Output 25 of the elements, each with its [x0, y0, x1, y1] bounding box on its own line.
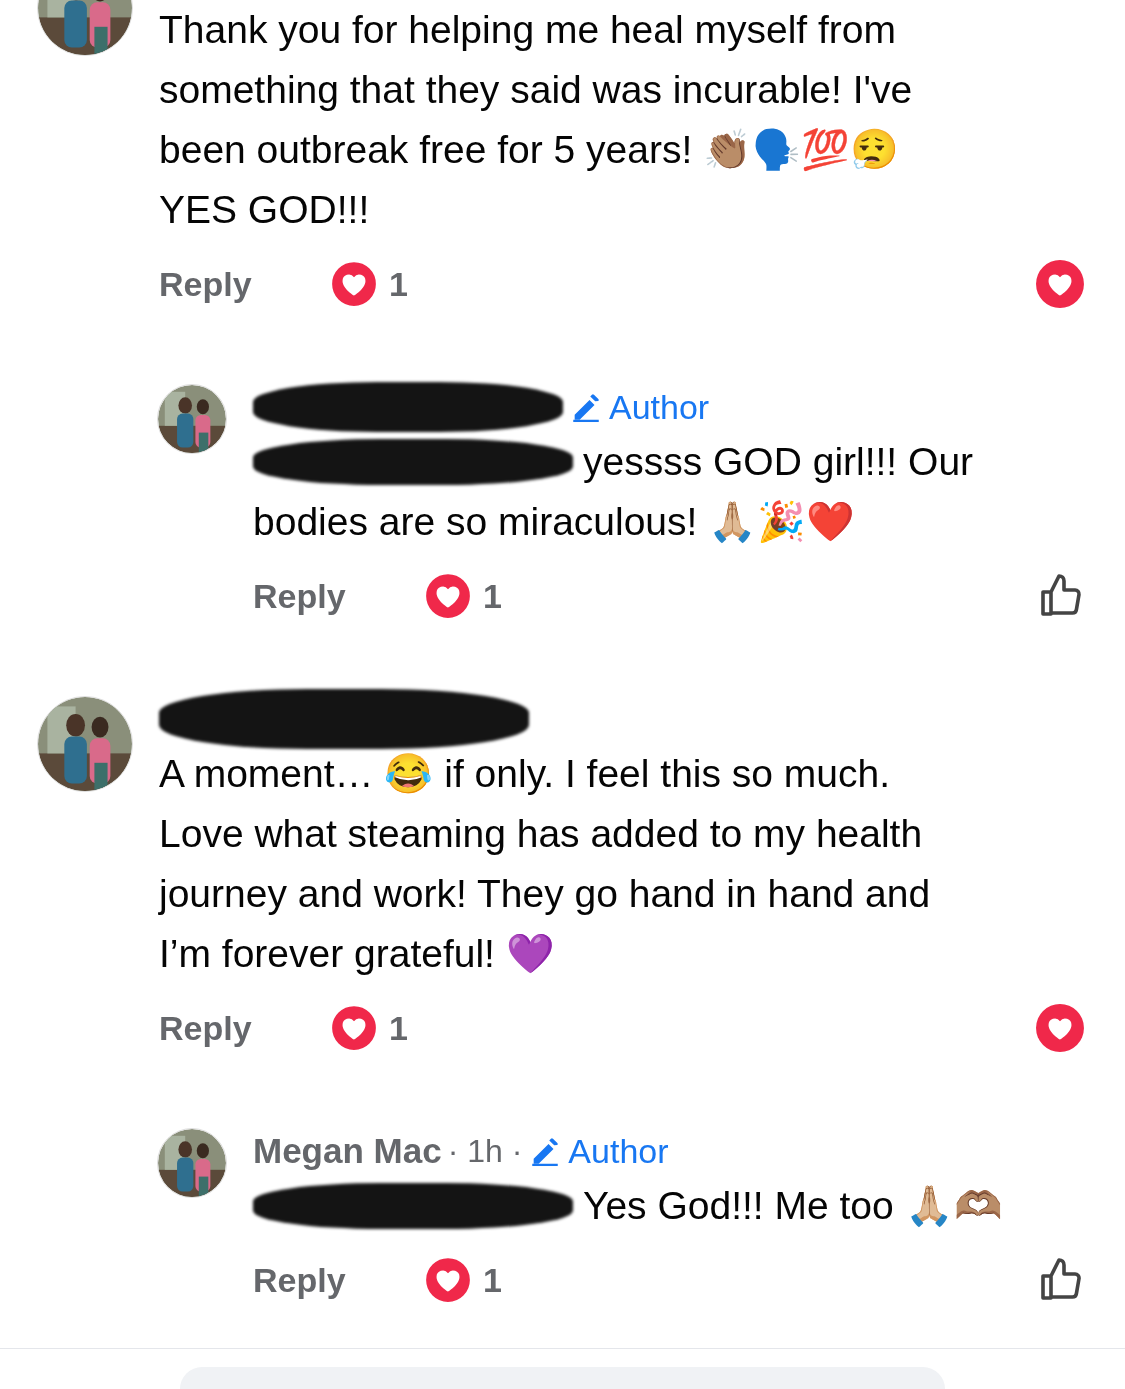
like-button[interactable] — [1035, 259, 1085, 309]
comment-text: YES GOD!!! — [159, 187, 370, 233]
timestamp: · 1h · — [447, 1132, 523, 1171]
like-button[interactable] — [1035, 1003, 1085, 1053]
comment-text: bodies are so miraculous! 🙏🏼🎉❤ — [253, 499, 856, 545]
reaction-count: 1 — [483, 575, 502, 617]
author-label: Author — [609, 386, 710, 428]
comment-text: Thank you for helping me heal myself from — [159, 7, 896, 53]
reaction-count: 1 — [389, 1007, 408, 1049]
author-name[interactable]: Megan Mac — [253, 1124, 442, 1178]
reply-button[interactable]: Reply — [159, 1002, 329, 1054]
comment-text: been outbreak free for 5 years! 👏🏽🗣💯😮‍💨 — [159, 127, 900, 173]
comment-text: I’m forever grateful! 💜 — [159, 931, 555, 977]
reply-button[interactable]: Reply — [253, 570, 423, 622]
reaction-count: 1 — [483, 1259, 502, 1301]
author-label: Author — [568, 1130, 669, 1172]
comment-text: Love what steaming has added to my health — [159, 811, 923, 857]
reply-button[interactable]: Reply — [159, 258, 329, 310]
comment-text: A moment… 😂 if only. I feel this so much. — [159, 751, 891, 797]
comment-text: yessss GOD girl!!! Our — [583, 439, 974, 485]
reaction-count: 1 — [389, 263, 408, 305]
reply-button[interactable]: Reply — [253, 1254, 423, 1306]
comment-text: Yes God!!! Me too 🙏🏼🫶🏽 — [583, 1183, 1003, 1229]
comment-text: journey and work! They go hand in hand and — [159, 871, 931, 917]
comment-text: something that they said was incurable! I've — [159, 67, 913, 113]
